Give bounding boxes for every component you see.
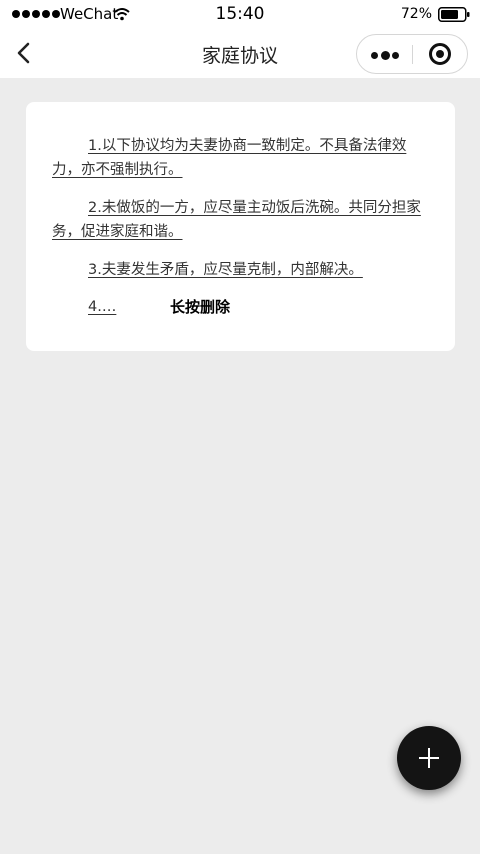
more-dots-icon[interactable]	[357, 35, 413, 73]
agreement-item[interactable]: 1.以下协议均为夫妻协商一致制定。不具备法律效力，亦不强制执行。	[52, 134, 432, 182]
agreement-item-text: 4.…	[88, 299, 117, 315]
navigation-bar: 家庭协议	[0, 30, 480, 78]
agreement-card: 1.以下协议均为夫妻协商一致制定。不具备法律效力，亦不强制执行。 2.未做饭的一…	[26, 102, 455, 351]
agreement-item[interactable]: 4.…	[52, 295, 432, 319]
target-icon[interactable]	[413, 35, 469, 73]
agreement-item[interactable]: 3.夫妻发生矛盾，应尽量克制，内部解决。	[52, 258, 432, 282]
agreement-item-text: 1.以下协议均为夫妻协商一致制定。不具备法律效力，亦不强制执行。	[52, 138, 407, 178]
status-bar: WeChat 15:40 72%	[0, 0, 480, 30]
battery-percentage: 72%	[400, 6, 432, 22]
menu-capsule	[356, 34, 468, 74]
add-button[interactable]	[397, 726, 461, 790]
agreement-item-text: 3.夫妻发生矛盾，应尽量克制，内部解决。	[88, 262, 363, 278]
battery-icon	[438, 7, 470, 22]
agreement-item-text: 2.未做饭的一方，应尽量主动饭后洗碗。共同分担家务，促进家庭和谐。	[52, 200, 421, 240]
long-press-delete-hint: 长按删除	[170, 298, 231, 316]
agreement-item[interactable]: 2.未做饭的一方，应尽量主动饭后洗碗。共同分担家务，促进家庭和谐。	[52, 196, 432, 244]
